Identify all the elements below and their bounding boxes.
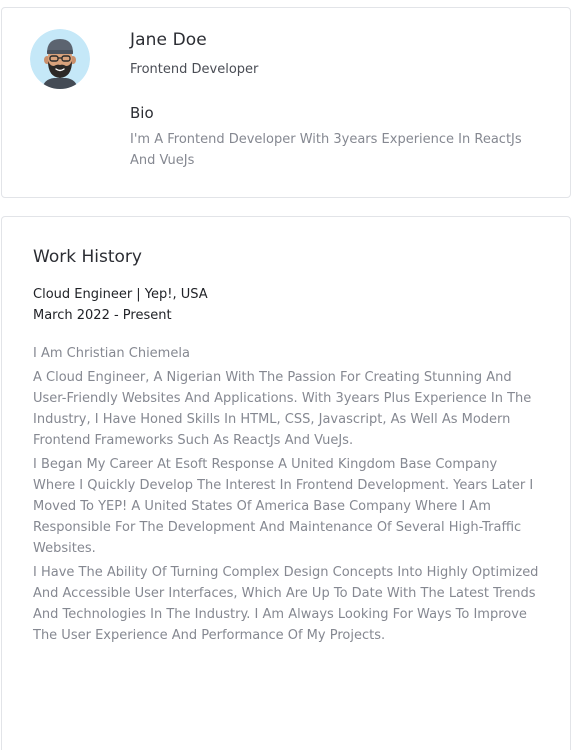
work-history-title: Work History <box>33 247 142 267</box>
profile-role: Frontend Developer <box>130 62 259 77</box>
description-paragraph: I Have The Ability Of Turning Complex De… <box>33 565 539 643</box>
description-paragraph: I Am Christian Chiemela <box>33 346 190 361</box>
job-description: I Am Christian Chiemela A Cloud Engineer… <box>33 343 543 649</box>
bio-heading: Bio <box>130 104 154 122</box>
bearded-man-avatar-icon <box>30 29 90 89</box>
description-paragraph: A Cloud Engineer, A Nigerian With The Pa… <box>33 370 532 448</box>
job-title: Cloud Engineer | Yep!, USA <box>33 287 208 302</box>
avatar[interactable] <box>30 29 90 89</box>
work-history-card: Work History Cloud Engineer | Yep!, USA … <box>1 216 571 750</box>
description-paragraph: I Began My Career At Esoft Response A Un… <box>33 457 534 556</box>
profile-name: Jane Doe <box>130 30 207 50</box>
job-dates: March 2022 - Present <box>33 308 172 323</box>
bio-text: I'm A Frontend Developer With 3years Exp… <box>130 132 522 168</box>
profile-card: Jane Doe Frontend Developer Bio I'm A Fr… <box>1 7 571 198</box>
